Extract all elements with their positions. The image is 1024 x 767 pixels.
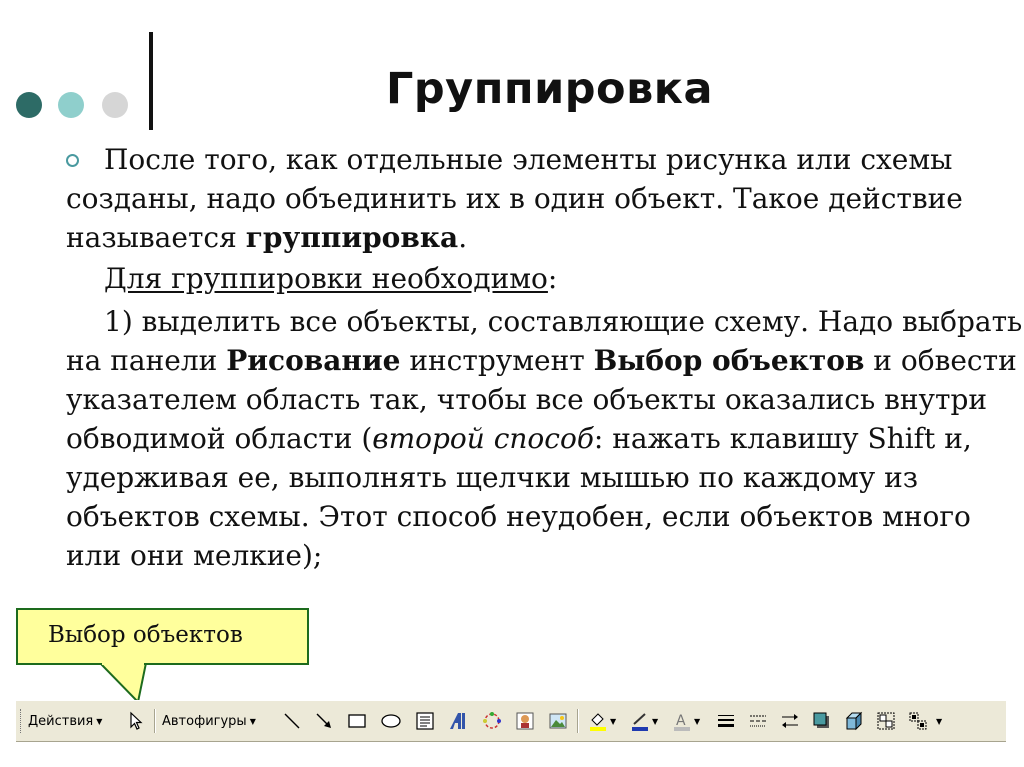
line-style-icon[interactable]: [716, 711, 736, 731]
line-icon[interactable]: [282, 711, 302, 731]
line-color-icon[interactable]: [630, 711, 650, 731]
term-drawing-panel: Рисование: [226, 344, 401, 377]
fill-color-icon[interactable]: [588, 711, 608, 731]
shadow-style-icon[interactable]: [812, 711, 832, 731]
requirement-colon: :: [547, 262, 558, 295]
dropdown-caret-icon: ▼: [249, 716, 256, 726]
decor-dot-mid: [58, 92, 84, 118]
requirement-heading: Для группировки необходимо: [104, 262, 548, 295]
3d-style-icon[interactable]: [844, 711, 864, 731]
paragraph-step-1: 1) выделить все объекты, составляющие сх…: [66, 302, 1024, 575]
fill-color-caret-icon[interactable]: ▼: [610, 710, 616, 732]
select-objects-icon[interactable]: [126, 711, 146, 731]
diagram-icon[interactable]: [482, 711, 502, 731]
toolbar-grip[interactable]: [20, 709, 24, 733]
slide-body: После того, как отдельные элементы рисун…: [66, 140, 1024, 614]
rectangle-icon[interactable]: [347, 711, 367, 731]
toolbar-separator: [577, 709, 579, 733]
oval-icon[interactable]: [381, 711, 401, 731]
arrow-icon[interactable]: [314, 711, 334, 731]
intro-end: .: [458, 221, 468, 254]
arrow-style-icon[interactable]: [780, 711, 800, 731]
callout-label: Выбор объектов: [48, 622, 243, 648]
svg-text:A: A: [676, 713, 686, 729]
actions-menu-button[interactable]: Действия ▼: [28, 710, 102, 732]
step1-text-b: инструмент: [400, 344, 594, 377]
font-color-caret-icon[interactable]: ▼: [694, 710, 700, 732]
paragraph-intro: После того, как отдельные элементы рисун…: [66, 140, 1024, 257]
paragraph-requirement: Для группировки необходимо:: [66, 259, 1024, 298]
dash-style-icon[interactable]: [748, 711, 768, 731]
line-color-caret-icon[interactable]: ▼: [652, 710, 658, 732]
term-grouping: группировка: [245, 221, 459, 254]
dropdown-caret-icon: ▼: [96, 716, 103, 726]
insert-picture-icon[interactable]: [548, 711, 568, 731]
decor-dot-light: [102, 92, 128, 118]
toolbar-options-caret-icon[interactable]: ▼: [936, 710, 942, 732]
autoshapes-label: Автофигуры: [162, 713, 247, 729]
decor-dot-dark: [16, 92, 42, 118]
actions-label: Действия: [28, 713, 94, 729]
wordart-icon[interactable]: [448, 711, 468, 731]
font-color-icon[interactable]: A: [672, 711, 692, 731]
intro-text: После того, как отдельные элементы рисун…: [66, 143, 963, 254]
title-divider: [149, 32, 153, 130]
term-select-objects: Выбор объектов: [593, 344, 865, 377]
slide-title: Группировка: [386, 64, 713, 114]
toolbar-separator: [154, 709, 156, 733]
autoshapes-menu-button[interactable]: Автофигуры ▼: [162, 710, 256, 732]
callout-box: Выбор объектов: [16, 608, 309, 665]
term-second-method: второй способ: [372, 422, 594, 455]
text-box-icon[interactable]: [415, 711, 435, 731]
drawing-toolbar: Действия ▼ Автофигуры ▼ ▼ ▼ A ▼ ▼: [16, 700, 1006, 742]
clip-art-icon[interactable]: [515, 711, 535, 731]
ungroup-icon[interactable]: [908, 711, 928, 731]
group-icon[interactable]: [876, 711, 896, 731]
